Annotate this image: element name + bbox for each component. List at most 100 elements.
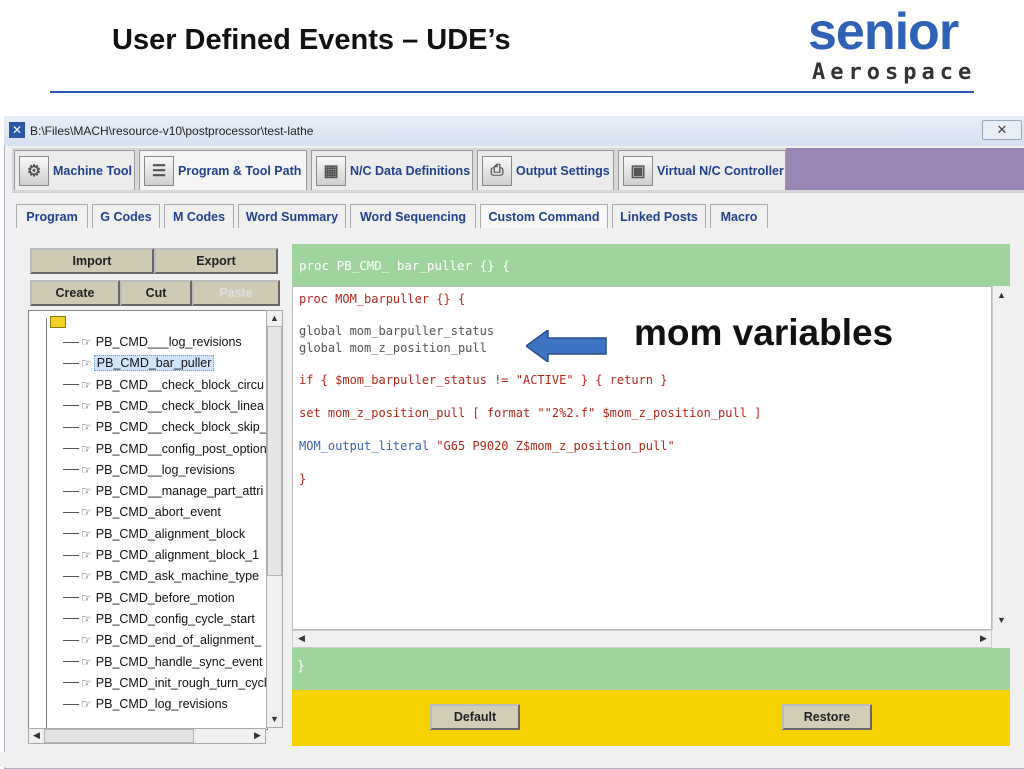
tree-branch-line (63, 533, 79, 535)
command-hand-icon: ☞ (81, 335, 92, 349)
tree-item[interactable]: ☞ PB_CMD_config_cycle_start (29, 609, 257, 629)
tree-item-label: PB_CMD___log_revisions (95, 335, 242, 349)
proc-footer-bar (292, 648, 1010, 690)
tree-item-label: PB_CMD_alignment_block (95, 526, 246, 541)
tree-item[interactable]: ☞ PB_CMD__log_revisions (29, 460, 237, 480)
tab-label: N/C Data Definitions (350, 163, 471, 178)
scroll-right-arrow-icon[interactable]: ▶ (250, 728, 265, 743)
restore-button[interactable]: Restore (782, 704, 872, 730)
paste-button[interactable]: Paste (192, 280, 280, 306)
tree-branch-line (63, 362, 79, 364)
aerospace-logo-text: Aerospace (812, 60, 977, 85)
code-text: if { $mom_barpuller_status != (299, 373, 516, 387)
action-bar (292, 690, 1010, 746)
tab-nc-data-definitions[interactable]: ▦ N/C Data Definitions (311, 150, 473, 190)
tree-item[interactable]: ☞ PB_CMD__check_block_circu (29, 375, 266, 395)
command-hand-icon: ☞ (81, 441, 92, 456)
tree-branch-line (63, 384, 79, 386)
tree-vertical-scroll-thumb[interactable] (267, 326, 282, 576)
tab-program-tool-path[interactable]: ☰ Program & Tool Path (139, 150, 307, 190)
tree-item[interactable]: ☞ PB_CMD_init_rough_turn_cycl (29, 673, 267, 693)
tree-item-label: PB_CMD_log_revisions (95, 697, 228, 712)
tree-item[interactable]: ☞ PB_CMD_before_motion (29, 588, 237, 608)
export-button[interactable]: Export (154, 248, 278, 274)
tree-item[interactable]: ☞ PB_CMD_bar_puller (29, 353, 215, 373)
editor-vertical-scrollbar[interactable] (992, 286, 1010, 630)
subtab-word-summary[interactable]: Word Summary (238, 204, 346, 228)
proc-header-text: proc PB_CMD_ bar_puller {} { (299, 258, 510, 273)
editor-horizontal-scrollbar[interactable] (292, 630, 992, 648)
tree-item[interactable]: ☞ PB_CMD__manage_part_attri (29, 481, 265, 501)
slide-title: User Defined Events – UDE’s (112, 24, 511, 56)
cut-button[interactable]: Cut (120, 280, 192, 306)
command-hand-icon: ☞ (81, 420, 92, 435)
tree-item[interactable]: ☞ PB_CMD_end_of_alignment_ (29, 630, 263, 650)
tree-item[interactable]: ☞ PB_CMD_alignment_block_1 (29, 545, 261, 565)
subtab-linked-posts[interactable]: Linked Posts (612, 204, 706, 228)
scroll-down-arrow-icon[interactable]: ▼ (267, 712, 282, 727)
create-button[interactable]: Create (30, 280, 120, 306)
tab-output-settings[interactable]: ⎙ Output Settings (477, 150, 614, 190)
default-button[interactable]: Default (430, 704, 520, 730)
scroll-up-arrow-icon[interactable]: ▲ (267, 311, 282, 326)
code-text: } { return } (573, 373, 668, 387)
tree-item-label: PB_CMD__config_post_option (95, 441, 267, 456)
folder-icon (50, 316, 66, 328)
scroll-right-arrow-icon[interactable]: ▶ (976, 631, 991, 646)
command-hand-icon: ☞ (81, 526, 92, 541)
tab-label: Output Settings (516, 163, 610, 178)
subtab-m-codes[interactable]: M Codes (164, 204, 234, 228)
tree-branch-line (63, 682, 79, 684)
tree-item-label: PB_CMD_ask_machine_type (95, 569, 260, 584)
tree-item[interactable]: ☞ PB_CMD_alignment_block (29, 524, 247, 544)
tree-horizontal-scroll-thumb[interactable] (44, 729, 194, 743)
scroll-up-arrow-icon[interactable]: ▲ (994, 288, 1009, 303)
code-line: MOM_output_literal "G65 P9020 Z$mom_z_po… (299, 439, 675, 453)
command-hand-icon: ☞ (81, 484, 92, 499)
tree-item[interactable]: ☞ PB_CMD_ask_machine_type (29, 566, 261, 586)
subtab-custom-command[interactable]: Custom Command (480, 204, 608, 228)
tab-label: Machine Tool (53, 163, 132, 178)
subtab-program[interactable]: Program (16, 204, 88, 228)
tab-label: Virtual N/C Controller (657, 163, 784, 178)
tree-branch-line (63, 618, 79, 620)
tree-item[interactable]: ☞ PB_CMD_handle_sync_event (29, 652, 265, 672)
scroll-left-arrow-icon[interactable]: ◀ (294, 631, 309, 646)
tree-branch-line (63, 511, 79, 513)
tab-machine-tool[interactable]: ⚙ Machine Tool (14, 150, 135, 190)
tree-item-label: PB_CMD__manage_part_attri (95, 484, 264, 499)
controller-icon: ▣ (623, 155, 653, 186)
machine-tool-icon: ⚙ (19, 155, 49, 186)
subtab-macro[interactable]: Macro (710, 204, 768, 228)
code-line: global mom_z_position_pull (299, 341, 487, 355)
senior-logo: senior (808, 3, 959, 61)
tree-branch-line (63, 405, 79, 407)
tree-item[interactable]: ☞ PB_CMD_abort_event (29, 502, 223, 522)
tree-branch-line (63, 426, 79, 428)
code-text: set mom_z_position_pull [ format " (299, 406, 545, 420)
proc-footer-text: } (297, 659, 305, 674)
scroll-down-arrow-icon[interactable]: ▼ (994, 613, 1009, 628)
tree-item[interactable]: ☞ PB_CMD__check_block_linea (29, 396, 266, 416)
close-button[interactable]: ✕ (982, 120, 1022, 140)
tree-branch-line (63, 554, 79, 556)
tree-item-label: PB_CMD_before_motion (95, 590, 235, 605)
tree-item[interactable]: ☞ PB_CMD__check_block_skip_ (29, 417, 267, 437)
tree-connector-line (46, 318, 47, 728)
command-hand-icon: ☞ (81, 590, 92, 605)
tree-item[interactable]: ☞ PB_CMD__config_post_option (29, 439, 267, 459)
code-line: set mom_z_position_pull [ format ""2%2.f… (299, 406, 761, 420)
tree-item-label: PB_CMD_bar_puller (93, 355, 215, 372)
tree-item-label: PB_CMD_handle_sync_event (95, 654, 263, 669)
command-hand-icon: ☞ (81, 548, 92, 562)
tree-item[interactable]: ☞ PB_CMD___log_revisions (29, 332, 244, 352)
scroll-left-arrow-icon[interactable]: ◀ (29, 728, 44, 743)
tree-item-label: PB_CMD_abort_event (95, 505, 221, 520)
import-button[interactable]: Import (30, 248, 154, 274)
printer-icon: ⎙ (482, 155, 512, 186)
subtab-word-sequencing[interactable]: Word Sequencing (350, 204, 476, 228)
tree-item[interactable]: ☞ PB_CMD_log_revisions (29, 694, 230, 714)
tab-virtual-nc-controller[interactable]: ▣ Virtual N/C Controller (618, 150, 786, 190)
subtab-g-codes[interactable]: G Codes (92, 204, 160, 228)
nc-data-icon: ▦ (316, 155, 346, 186)
